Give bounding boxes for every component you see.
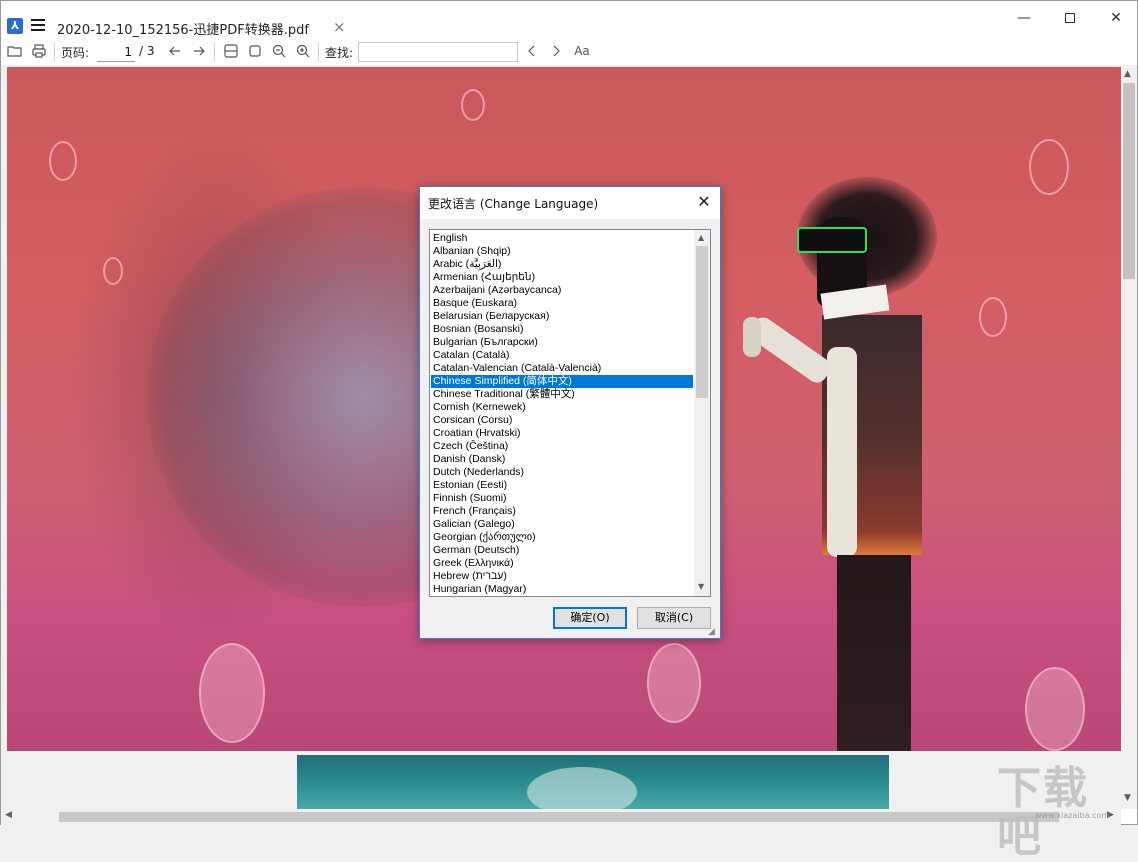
fit-page-icon[interactable] [247, 43, 263, 59]
previous-page-icon[interactable] [167, 43, 183, 59]
scroll-up-icon[interactable]: ▲ [1124, 69, 1131, 79]
language-option[interactable]: Bulgarian (Български) [431, 336, 693, 349]
language-option[interactable]: Czech (Čeština) [431, 440, 693, 453]
page-image-bubble [103, 257, 123, 285]
language-option[interactable]: Chinese Simplified (简体中文) [431, 375, 693, 388]
find-label: 查找: [325, 46, 354, 60]
page-image-person [737, 177, 967, 751]
language-option[interactable]: Finnish (Suomi) [431, 492, 693, 505]
maximize-button[interactable] [1047, 5, 1093, 31]
language-option[interactable]: Hebrew (עברית) [431, 570, 693, 583]
language-option[interactable]: English [431, 232, 693, 245]
vertical-scroll-thumb[interactable] [1123, 83, 1135, 279]
zoom-out-icon[interactable] [271, 43, 287, 59]
page-image-bubble [979, 297, 1007, 337]
page-image-bubble [461, 89, 485, 121]
watermark-logo: 下载吧 www.xiazaiba.com [997, 763, 1110, 862]
language-option[interactable]: Greek (Ελληνικά) [431, 557, 693, 570]
language-option[interactable]: Croatian (Hrvatski) [431, 427, 693, 440]
page-number-input[interactable] [97, 42, 135, 62]
language-option[interactable]: Corsican (Corsu) [431, 414, 693, 427]
change-language-dialog: 更改语言 (Change Language) ✕ ▲ ▼ English Alba… [419, 186, 721, 639]
language-option[interactable]: Galician (Galego) [431, 518, 693, 531]
app-window: ⅄ 2020-12-10_152156-迅捷PDF转换器.pdf × — ✕ 页… [0, 0, 1138, 862]
language-option[interactable]: Basque (Euskara) [431, 297, 693, 310]
document-title: 2020-12-10_152156-迅捷PDF转换器.pdf [57, 23, 309, 38]
language-list[interactable]: ▲ ▼ English Albanian (Shqip) Arabic (العَر… [429, 229, 711, 597]
dialog-close-button[interactable]: ✕ [694, 192, 714, 212]
language-option[interactable]: Hungarian (Magyar) [431, 583, 693, 596]
list-scroll-down-icon[interactable]: ▼ [698, 582, 704, 591]
language-option[interactable]: Armenian (Հայերեն) [431, 271, 693, 284]
cancel-button[interactable]: 取消(C) [637, 607, 711, 629]
resize-grip-icon[interactable]: ◢ [708, 627, 718, 637]
language-option[interactable]: Catalan-Valencian (Català-Valencià) [431, 362, 693, 375]
language-option[interactable]: Cornish (Kernewek) [431, 401, 693, 414]
language-option[interactable]: French (Français) [431, 505, 693, 518]
toolbar-separator [318, 43, 319, 61]
print-icon[interactable] [31, 43, 47, 59]
page-image-bubble [1029, 139, 1069, 195]
language-option[interactable]: Catalan (Català) [431, 349, 693, 362]
language-list-scrollbar[interactable]: ▲ ▼ [694, 230, 710, 596]
language-option[interactable]: Chinese Traditional (繁體中文) [431, 388, 693, 401]
page-image-bubble [49, 141, 77, 181]
close-window-button[interactable]: ✕ [1093, 5, 1138, 31]
open-folder-icon[interactable] [7, 43, 23, 59]
language-list-scroll-thumb[interactable] [696, 246, 708, 398]
language-option[interactable]: Bosnian (Bosanski) [431, 323, 693, 336]
pdf-app-icon: ⅄ [7, 18, 23, 34]
language-option[interactable]: Azerbaijani (Azərbaycanca) [431, 284, 693, 297]
scroll-left-icon[interactable]: ◀ [5, 810, 12, 820]
page-image-bubble [199, 643, 265, 743]
next-page-icon[interactable] [191, 43, 207, 59]
list-scroll-up-icon[interactable]: ▲ [698, 233, 704, 242]
pdf-page-2 [297, 755, 889, 809]
page-image-bubble [1025, 667, 1085, 751]
language-option[interactable]: Albanian (Shqip) [431, 245, 693, 258]
find-previous-icon[interactable] [524, 43, 540, 59]
document-tab[interactable]: 2020-12-10_152156-迅捷PDF转换器.pdf × [49, 15, 351, 39]
hamburger-menu-icon[interactable] [31, 19, 45, 31]
language-option[interactable]: Georgian (ქართული) [431, 531, 693, 544]
find-input[interactable] [358, 42, 518, 62]
find-next-icon[interactable] [548, 43, 564, 59]
language-option[interactable]: Estonian (Eesti) [431, 479, 693, 492]
ok-button[interactable]: 确定(O) [553, 607, 627, 629]
maximize-icon [1065, 13, 1075, 23]
zoom-in-icon[interactable] [295, 43, 311, 59]
minimize-button[interactable]: — [1001, 5, 1047, 31]
language-option[interactable]: Dutch (Nederlands) [431, 466, 693, 479]
vr-headset [797, 227, 867, 253]
tab-close-icon[interactable]: × [333, 18, 346, 36]
vertical-scrollbar[interactable]: ▲ ▼ [1121, 67, 1137, 807]
language-option[interactable]: Arabic (العَرَبِيَّة) [431, 258, 693, 271]
title-bar: ⅄ 2020-12-10_152156-迅捷PDF转换器.pdf × — ✕ [1, 1, 1138, 39]
toolbar-separator [54, 43, 55, 61]
page-label: 页码: [61, 46, 90, 60]
language-option[interactable]: Danish (Dansk) [431, 453, 693, 466]
horizontal-scrollbar[interactable]: ◀ ▶ [1, 809, 1121, 825]
toolbar: 页码: / 3 查找: Aa [1, 39, 1137, 65]
language-option[interactable]: German (Deutsch) [431, 544, 693, 557]
toolbar-separator [214, 43, 215, 61]
match-case-icon[interactable]: Aa [572, 43, 592, 59]
language-option[interactable]: Belarusian (Беларуская) [431, 310, 693, 323]
page-image-bubble [647, 643, 701, 723]
page-total: / 3 [139, 44, 155, 58]
dialog-title: 更改语言 (Change Language) [428, 197, 599, 211]
dialog-title-bar: 更改语言 (Change Language) ✕ [420, 187, 720, 219]
watermark-url: www.xiazaiba.com [1035, 811, 1110, 820]
fit-width-icon[interactable] [223, 43, 239, 59]
horizontal-scroll-thumb[interactable] [59, 812, 1059, 822]
